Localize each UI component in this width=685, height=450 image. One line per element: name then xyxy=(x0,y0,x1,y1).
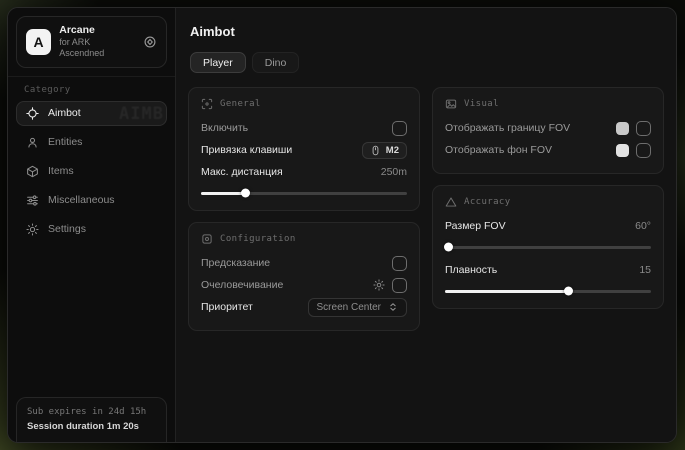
priority-label: Приоритет xyxy=(201,301,253,313)
app-header-card: A Arcane for ARK Ascendned xyxy=(16,16,167,68)
sidebar-divider xyxy=(8,76,175,77)
humanize-checkbox[interactable] xyxy=(392,278,407,293)
aimbot-watermark: AIMB xyxy=(119,104,164,124)
prediction-checkbox[interactable] xyxy=(392,256,407,271)
fov-background-color-swatch[interactable] xyxy=(616,144,629,157)
accuracy-panel: Accuracy Размер FOV 60° П xyxy=(432,185,664,309)
tab-dino[interactable]: Dino xyxy=(252,52,300,73)
distance-slider[interactable] xyxy=(201,188,407,198)
fov-size-value: 60° xyxy=(635,220,651,232)
sidebar-item-label: Items xyxy=(48,165,74,177)
app-window: A Arcane for ARK Ascendned Category Ai xyxy=(7,7,677,443)
subscription-footer: Sub expires in 24d 15h Session duration … xyxy=(16,397,167,442)
prediction-label: Предсказание xyxy=(201,257,270,269)
priority-row: Приоритет Screen Center xyxy=(201,296,407,318)
fov-size-label: Размер FOV xyxy=(445,220,506,232)
configuration-panel: Configuration Предсказание Очеловечивани… xyxy=(188,222,420,331)
fov-border-checkbox[interactable] xyxy=(636,121,651,136)
sidebar-item-label: Aimbot xyxy=(48,107,81,119)
distance-slider-thumb[interactable] xyxy=(241,189,250,198)
sidebar-item-aimbot[interactable]: Aimbot AIMB xyxy=(16,101,167,126)
smoothness-label: Плавность xyxy=(445,264,497,276)
accuracy-panel-title: Accuracy xyxy=(464,197,511,207)
prediction-row: Предсказание xyxy=(201,252,407,274)
smoothness-value: 15 xyxy=(639,264,651,276)
keybind-button[interactable]: M2 xyxy=(362,142,407,159)
app-logo: A xyxy=(26,29,51,55)
sidebar-item-miscellaneous[interactable]: Miscellaneous xyxy=(16,188,167,213)
config-box-icon xyxy=(201,233,213,245)
smoothness-slider-thumb[interactable] xyxy=(564,287,573,296)
fov-size-row: Размер FOV 60° xyxy=(445,215,651,237)
compass-icon[interactable] xyxy=(143,35,157,49)
distance-value: 250m xyxy=(381,166,407,178)
page-title: Aimbot xyxy=(190,24,664,39)
cube-icon xyxy=(26,165,39,178)
crosshair-icon xyxy=(26,107,39,120)
category-label: Category xyxy=(24,85,159,95)
humanize-label: Очеловечивание xyxy=(201,279,283,291)
enable-row: Включить xyxy=(201,117,407,139)
main-content: Aimbot Player Dino General xyxy=(176,8,676,442)
image-icon xyxy=(445,98,457,110)
app-subtitle: for ARK Ascendned xyxy=(59,37,135,60)
triangle-icon xyxy=(445,196,457,208)
sidebar: A Arcane for ARK Ascendned Category Ai xyxy=(8,8,176,442)
priority-select[interactable]: Screen Center xyxy=(308,298,407,317)
sidebar-item-settings[interactable]: Settings xyxy=(16,217,167,242)
smoothness-slider[interactable] xyxy=(445,286,651,296)
fov-size-slider-thumb[interactable] xyxy=(444,243,453,252)
sub-expires-text: Sub expires in 24d 15h xyxy=(27,407,156,417)
keybind-row: Привязка клавиши M2 xyxy=(201,139,407,161)
fov-border-label: Отображать границу FOV xyxy=(445,122,570,134)
visual-panel-title: Visual xyxy=(464,99,499,109)
keybind-value: M2 xyxy=(386,145,399,156)
humanize-row: Очеловечивание xyxy=(201,274,407,296)
visual-panel: Visual Отображать границу FOV Отображать… xyxy=(432,87,664,174)
tab-player[interactable]: Player xyxy=(190,52,246,73)
distance-row: Макс. дистанция 250m xyxy=(201,161,407,183)
mouse-icon xyxy=(370,145,381,156)
smoothness-row: Плавность 15 xyxy=(445,259,651,281)
sidebar-item-label: Settings xyxy=(48,223,86,235)
sidebar-item-items[interactable]: Items xyxy=(16,159,167,184)
session-duration-text: Session duration 1m 20s xyxy=(27,421,156,432)
fov-border-row: Отображать границу FOV xyxy=(445,117,651,139)
sidebar-nav: Aimbot AIMB Entities Items xyxy=(8,101,175,242)
sidebar-item-label: Miscellaneous xyxy=(48,194,115,206)
general-panel: General Включить Привязка клавиши xyxy=(188,87,420,211)
fov-background-row: Отображать фон FOV xyxy=(445,139,651,161)
sidebar-item-label: Entities xyxy=(48,136,82,148)
priority-selected-value: Screen Center xyxy=(317,302,381,313)
fov-background-label: Отображать фон FOV xyxy=(445,144,552,156)
enable-checkbox[interactable] xyxy=(392,121,407,136)
gear-icon xyxy=(26,223,39,236)
general-panel-title: General xyxy=(220,99,261,109)
sliders-icon xyxy=(26,194,39,207)
chevrons-up-down-icon xyxy=(388,302,398,312)
configuration-panel-title: Configuration xyxy=(220,234,296,244)
sidebar-item-entities[interactable]: Entities xyxy=(16,130,167,155)
fov-border-color-swatch[interactable] xyxy=(616,122,629,135)
keybind-label: Привязка клавиши xyxy=(201,144,292,156)
fov-background-checkbox[interactable] xyxy=(636,143,651,158)
distance-label: Макс. дистанция xyxy=(201,166,283,178)
humanize-settings-icon[interactable] xyxy=(373,279,385,291)
enable-label: Включить xyxy=(201,122,248,134)
fov-size-slider[interactable] xyxy=(445,242,651,252)
app-title: Arcane xyxy=(59,24,135,37)
entities-icon xyxy=(26,136,39,149)
tab-bar: Player Dino xyxy=(190,52,664,73)
scan-icon xyxy=(201,98,213,110)
